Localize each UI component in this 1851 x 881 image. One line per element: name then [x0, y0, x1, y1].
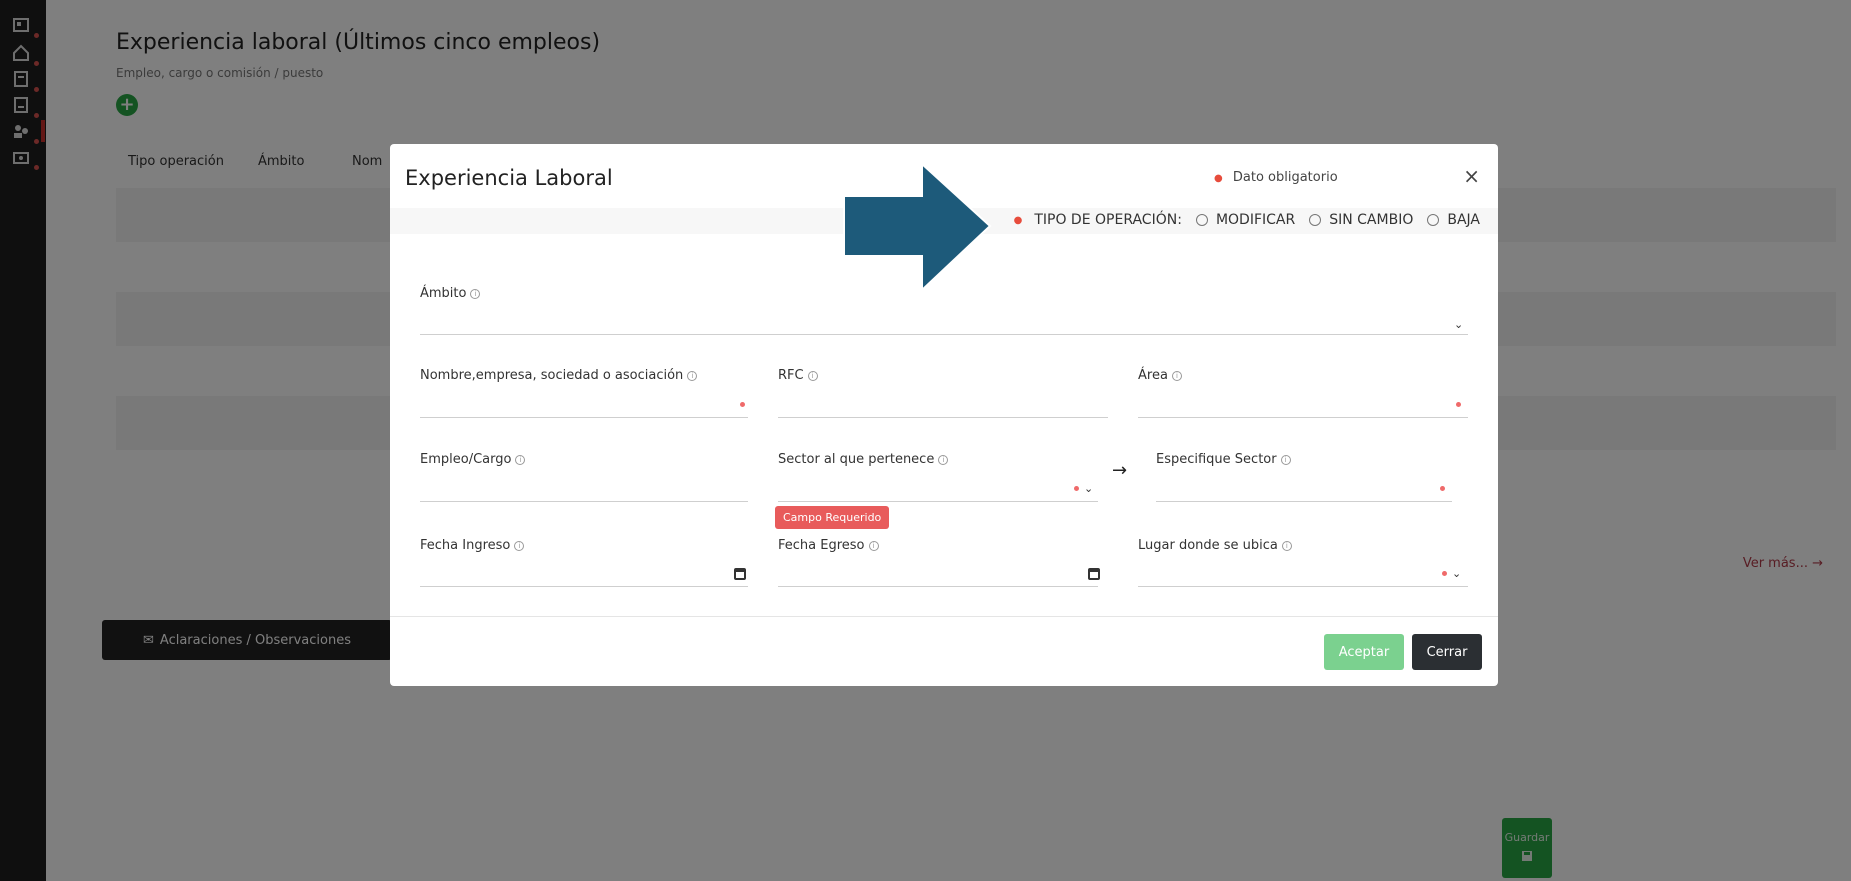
cerrar-button[interactable]: Cerrar: [1412, 634, 1482, 670]
chevron-down-icon[interactable]: ⌄: [1452, 567, 1461, 580]
empleo-cargo-input[interactable]: [420, 501, 748, 502]
nombre-empresa-label: Nombre,empresa, sociedad o asociación i: [420, 368, 698, 383]
fecha-ingreso-label: Fecha Ingreso i: [420, 538, 525, 553]
area-input[interactable]: [1138, 417, 1468, 418]
radio-baja-label[interactable]: BAJA: [1447, 212, 1480, 228]
required-dot-icon: ●: [1214, 173, 1223, 184]
radio-sin-cambio-label[interactable]: SIN CAMBIO: [1329, 212, 1413, 228]
info-icon: i: [514, 540, 525, 551]
info-icon: i: [1281, 540, 1292, 551]
sector-select[interactable]: [778, 501, 1098, 502]
empleo-cargo-label: Empleo/Cargo i: [420, 452, 526, 467]
calendar-icon[interactable]: [734, 568, 746, 580]
lugar-label: Lugar donde se ubica i: [1138, 538, 1292, 553]
rfc-label-text: RFC: [778, 368, 804, 383]
operation-label: TIPO DE OPERACIÓN:: [1034, 212, 1182, 228]
info-icon: i: [868, 540, 879, 551]
info-icon: i: [1280, 454, 1291, 465]
fecha-egreso-label-text: Fecha Egreso: [778, 538, 865, 553]
especifique-sector-label: Especifique Sector i: [1156, 452, 1291, 467]
rfc-input[interactable]: [778, 417, 1108, 418]
campo-requerido-badge: Campo Requerido: [775, 506, 890, 529]
annotation-arrow-icon: [843, 162, 992, 292]
nombre-empresa-label-text: Nombre,empresa, sociedad o asociación: [420, 368, 684, 383]
lugar-select[interactable]: [1138, 586, 1468, 587]
aceptar-button[interactable]: Aceptar: [1324, 634, 1404, 670]
info-icon: i: [687, 370, 698, 381]
empleo-cargo-label-text: Empleo/Cargo: [420, 452, 512, 467]
especifique-sector-label-text: Especifique Sector: [1156, 452, 1277, 467]
sector-label: Sector al que pertenece i: [778, 452, 949, 467]
info-icon: i: [807, 370, 818, 381]
sector-label-text: Sector al que pertenece: [778, 452, 935, 467]
area-label-text: Área: [1138, 368, 1168, 383]
fecha-egreso-input[interactable]: [778, 586, 1098, 587]
radio-sin-cambio[interactable]: [1309, 214, 1322, 226]
info-icon: i: [470, 288, 481, 299]
required-note-text: Dato obligatorio: [1232, 170, 1338, 185]
radio-baja[interactable]: [1427, 214, 1440, 226]
ambito-label: Ámbito i: [420, 286, 481, 301]
chevron-down-icon[interactable]: ⌄: [1084, 482, 1093, 495]
ambito-label-text: Ámbito: [420, 286, 467, 301]
info-icon: i: [938, 454, 949, 465]
arrow-right-icon: →: [1112, 460, 1128, 481]
calendar-icon[interactable]: [1088, 568, 1100, 580]
lugar-label-text: Lugar donde se ubica: [1138, 538, 1278, 553]
area-label: Área i: [1138, 368, 1182, 383]
nombre-empresa-input[interactable]: [420, 417, 748, 418]
rfc-label: RFC i: [778, 368, 818, 383]
close-icon[interactable]: ×: [1463, 164, 1480, 188]
modal-title: Experiencia Laboral: [405, 166, 613, 190]
modal-footer-divider: [390, 616, 1498, 617]
required-dot-icon: [1074, 486, 1079, 491]
radio-modificar[interactable]: [1195, 214, 1208, 226]
required-note: ● Dato obligatorio: [1214, 170, 1338, 185]
required-dot-icon: [1440, 486, 1445, 491]
radio-modificar-label[interactable]: MODIFICAR: [1216, 212, 1295, 228]
fecha-ingreso-label-text: Fecha Ingreso: [420, 538, 511, 553]
required-dot-icon: [1442, 571, 1447, 576]
fecha-ingreso-input[interactable]: [420, 586, 748, 587]
info-icon: i: [515, 454, 526, 465]
required-dot-icon: [1456, 402, 1461, 407]
required-dot-icon: [740, 402, 745, 407]
chevron-down-icon[interactable]: ⌄: [1454, 318, 1463, 331]
operation-type-group: ● TIPO DE OPERACIÓN: MODIFICAR SIN CAMBI…: [1014, 212, 1480, 228]
fecha-egreso-label: Fecha Egreso i: [778, 538, 879, 553]
especifique-sector-input[interactable]: [1156, 501, 1452, 502]
info-icon: i: [1171, 370, 1182, 381]
ambito-select[interactable]: [420, 334, 1468, 335]
